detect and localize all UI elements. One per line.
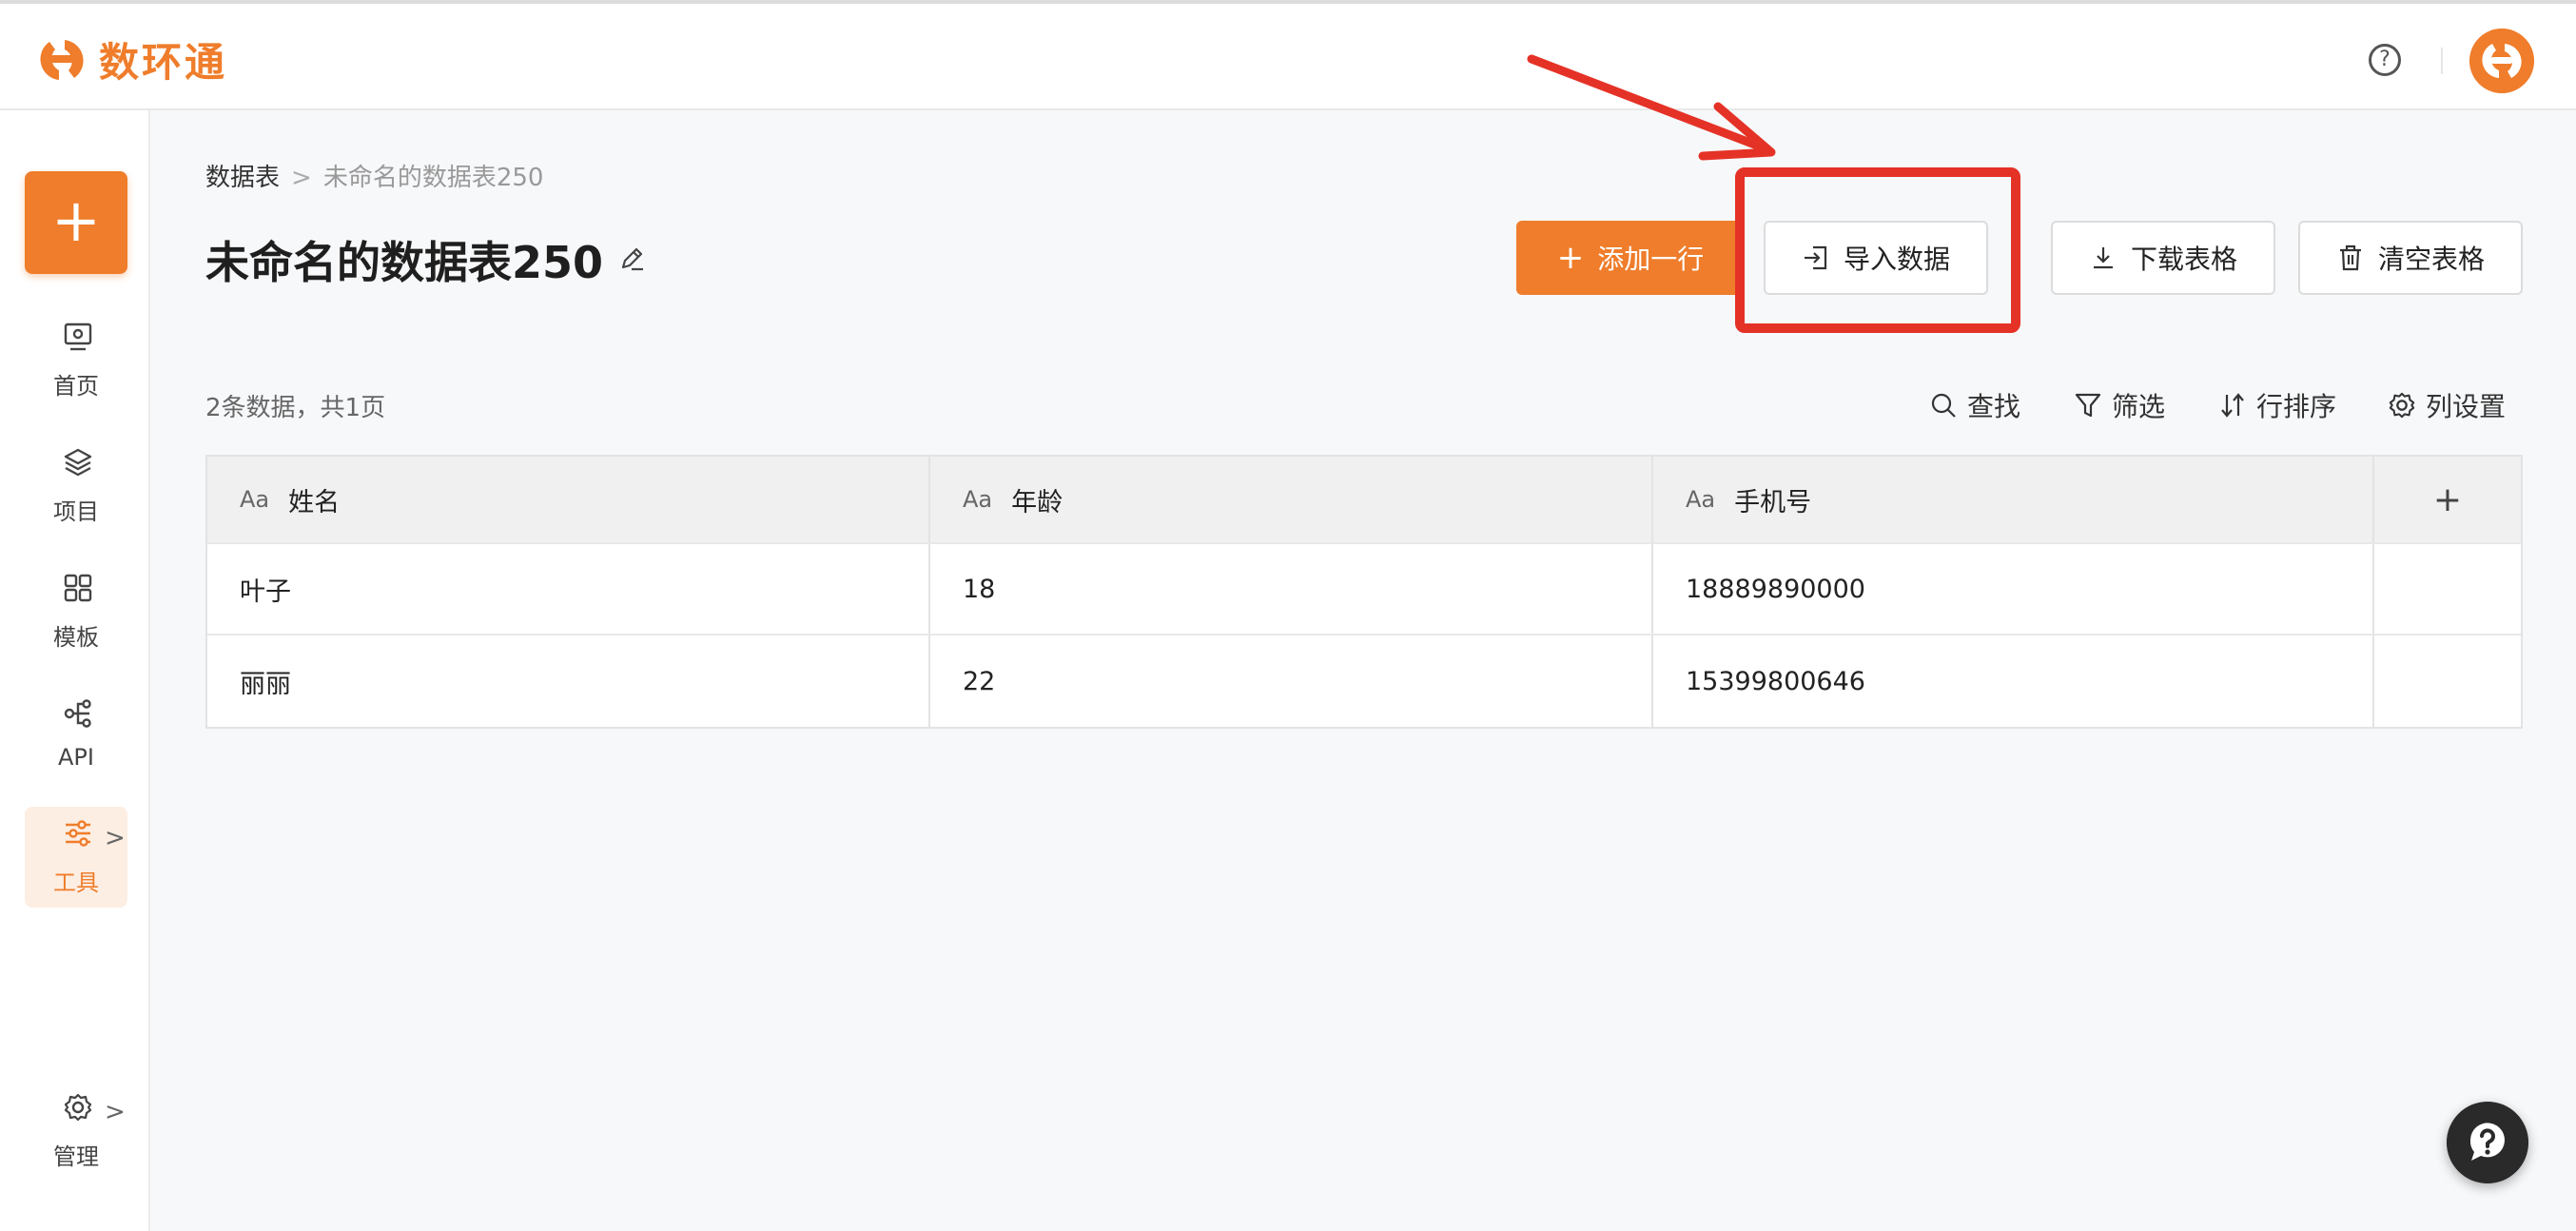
chevron-right-icon: > xyxy=(105,824,126,852)
sidebar-item-label: 管理 xyxy=(53,1143,99,1170)
app-logo[interactable]: 数环通 xyxy=(36,30,227,88)
breadcrumb-separator: > xyxy=(291,164,312,192)
table-cell[interactable]: 18 xyxy=(930,544,1653,634)
add-row-label: 添加一行 xyxy=(1597,244,1705,275)
table-cell-empty xyxy=(2374,635,2521,727)
filter-tool-label: 筛选 xyxy=(2112,391,2166,422)
plus-icon: + xyxy=(2432,479,2463,519)
add-row-button[interactable]: + 添加一行 xyxy=(1516,221,1745,295)
column-settings-tool[interactable]: 列设置 xyxy=(2388,386,2506,424)
column-header-name[interactable]: Aa 姓名 xyxy=(207,457,930,542)
column-header-label: 姓名 xyxy=(288,487,341,518)
sidebar-item-label: API xyxy=(58,744,94,771)
avatar[interactable] xyxy=(2469,29,2534,93)
table-cell[interactable]: 18889890000 xyxy=(1653,544,2374,634)
table-cell[interactable]: 22 xyxy=(930,635,1653,727)
search-tool[interactable]: 查找 xyxy=(1929,386,2020,424)
create-button[interactable]: + xyxy=(25,171,127,274)
clear-table-button[interactable]: 清空表格 xyxy=(2298,221,2523,295)
grid-icon xyxy=(64,574,92,602)
breadcrumb-root[interactable]: 数据表 xyxy=(205,164,280,192)
annotation-arrow xyxy=(1527,54,1776,161)
edit-icon[interactable] xyxy=(618,244,647,272)
column-header-label: 年龄 xyxy=(1011,487,1064,518)
column-header-label: 手机号 xyxy=(1734,487,1812,518)
sidebar: + 首页 项目 模板 API > 工具 > 管理 xyxy=(0,110,150,1231)
sort-icon xyxy=(2221,393,2244,418)
trash-icon xyxy=(2339,244,2361,271)
gear-icon xyxy=(2389,392,2415,419)
breadcrumb-current: 未命名的数据表250 xyxy=(322,164,544,192)
header-divider xyxy=(2441,48,2443,74)
brand-logo-icon xyxy=(40,39,84,80)
breadcrumb: 数据表 > 未命名的数据表250 xyxy=(205,158,543,193)
sidebar-item-home[interactable]: 首页 xyxy=(25,310,127,411)
search-icon xyxy=(1931,393,1956,418)
sidebar-item-templates[interactable]: 模板 xyxy=(25,561,127,662)
sidebar-item-label: 首页 xyxy=(53,373,99,400)
sidebar-item-tools[interactable]: > 工具 xyxy=(25,807,127,908)
column-header-phone[interactable]: Aa 手机号 xyxy=(1653,457,2374,542)
column-settings-label: 列设置 xyxy=(2426,391,2507,422)
record-count: 2条数据，共1页 xyxy=(205,394,386,422)
filter-tool[interactable]: 筛选 xyxy=(2074,386,2165,424)
api-icon xyxy=(64,699,91,728)
download-table-label: 下载表格 xyxy=(2130,244,2237,275)
sidebar-item-label: 模板 xyxy=(53,624,99,651)
monitor-icon xyxy=(64,322,92,351)
sidebar-item-label: 工具 xyxy=(53,870,99,896)
text-type-icon: Aa xyxy=(1686,486,1716,513)
annotation-highlight-box xyxy=(1735,167,2020,333)
sidebar-item-projects[interactable]: 项目 xyxy=(25,436,127,537)
sidebar-item-label: 项目 xyxy=(53,498,99,525)
chevron-right-icon: > xyxy=(105,1098,126,1126)
table-row[interactable]: 叶子 18 18889890000 xyxy=(207,544,2521,635)
sliders-icon xyxy=(66,820,90,847)
top-bar: 数环通 ? xyxy=(0,0,2576,110)
text-type-icon: Aa xyxy=(240,486,270,513)
download-icon xyxy=(2093,247,2113,269)
download-table-button[interactable]: 下载表格 xyxy=(2051,221,2275,295)
sort-tool-label: 行排序 xyxy=(2256,391,2337,422)
add-column-button[interactable]: + xyxy=(2374,457,2521,542)
clear-table-label: 清空表格 xyxy=(2377,244,2485,275)
text-type-icon: Aa xyxy=(963,486,993,513)
layers-icon xyxy=(64,448,92,477)
table-row[interactable]: 丽丽 22 15399800646 xyxy=(207,635,2521,727)
app-name: 数环通 xyxy=(99,39,228,86)
filter-icon xyxy=(2075,393,2101,418)
table-cell-empty xyxy=(2374,544,2521,634)
column-header-age[interactable]: Aa 年龄 xyxy=(930,457,1653,542)
data-table: Aa 姓名 Aa 年龄 Aa 手机号 + 叶子 18 18889890000 丽丽 2… xyxy=(205,455,2523,729)
table-cell[interactable]: 丽丽 xyxy=(207,635,930,727)
help-circle-icon[interactable]: ? xyxy=(2369,44,2401,76)
sort-tool[interactable]: 行排序 xyxy=(2218,386,2336,424)
sidebar-item-manage[interactable]: > 管理 xyxy=(25,1081,127,1182)
page-title: 未命名的数据表250 xyxy=(205,237,604,288)
sidebar-item-api[interactable]: API xyxy=(25,687,127,788)
gear-icon xyxy=(64,1093,92,1122)
plus-icon: + xyxy=(1556,239,1585,277)
search-tool-label: 查找 xyxy=(1967,391,2021,422)
table-header-row: Aa 姓名 Aa 年龄 Aa 手机号 + xyxy=(207,457,2521,544)
help-chat-button[interactable] xyxy=(2447,1102,2528,1183)
table-cell[interactable]: 叶子 xyxy=(207,544,930,634)
table-cell[interactable]: 15399800646 xyxy=(1653,635,2374,727)
